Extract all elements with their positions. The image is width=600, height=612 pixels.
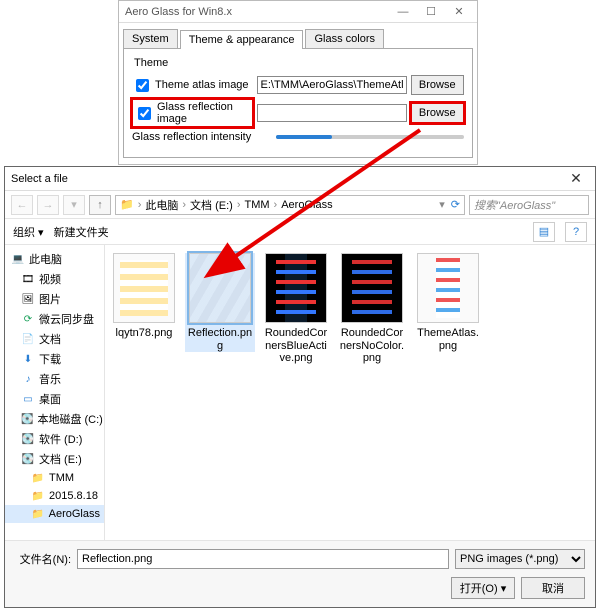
- tab-panel-theme: Theme Theme atlas image Browse Glass ref…: [123, 48, 473, 158]
- nav-up-button[interactable]: ↑: [89, 195, 111, 215]
- cancel-button[interactable]: 取消: [521, 577, 585, 599]
- file-thumb-icon: [113, 253, 175, 323]
- tree-pc[interactable]: 💻此电脑: [5, 249, 104, 269]
- close-button[interactable]: ✕: [445, 5, 473, 18]
- theme-atlas-browse-button[interactable]: Browse: [411, 75, 465, 95]
- file-list: lqytn78.png Reflection.png RoundedCorner…: [105, 245, 595, 540]
- intensity-label: Glass reflection intensity: [132, 131, 272, 143]
- filename-label: 文件名(N):: [15, 551, 71, 567]
- tree-downloads[interactable]: ⬇下载: [5, 349, 104, 369]
- file-thumb-icon: [341, 253, 403, 323]
- glass-reflection-browse-button[interactable]: Browse: [411, 103, 465, 123]
- maximize-button[interactable]: ☐: [417, 5, 445, 18]
- intensity-slider[interactable]: [276, 135, 464, 139]
- dialog-bottom: 文件名(N): PNG images (*.png) 打开(O) ▾ 取消: [5, 540, 595, 607]
- crumb-tmm[interactable]: TMM: [245, 199, 270, 211]
- file-caption: Reflection.png: [185, 327, 255, 352]
- theme-atlas-checkbox[interactable]: [136, 79, 149, 92]
- theme-atlas-label-text: Theme atlas image: [155, 79, 249, 91]
- file-thumb-icon: [417, 253, 479, 323]
- tree-cdisk[interactable]: 💽本地磁盘 (C:): [5, 409, 104, 429]
- nav-tree: 💻此电脑 🎞视频 🖼图片 ⟳微云同步盘 📄文档 ⬇下载 ♪音乐 ▭桌面 💽本地磁…: [5, 245, 105, 540]
- tab-system[interactable]: System: [123, 29, 178, 48]
- filename-input[interactable]: [77, 549, 449, 569]
- crumb-pc[interactable]: 此电脑: [145, 197, 178, 213]
- tree-docs[interactable]: 📄文档: [5, 329, 104, 349]
- file-thumb-icon: [189, 253, 251, 323]
- tree-music[interactable]: ♪音乐: [5, 369, 104, 389]
- window-title: Aero Glass for Win8.x: [123, 6, 389, 18]
- refresh-icon[interactable]: ⟳: [447, 198, 460, 211]
- tree-2015[interactable]: 📁2015.8.18: [5, 487, 104, 505]
- aero-glass-window: Aero Glass for Win8.x — ☐ ✕ System Theme…: [118, 0, 478, 165]
- search-placeholder: 搜索"AeroGlass": [474, 197, 555, 213]
- breadcrumb-dropdown-icon[interactable]: ▾: [439, 198, 445, 211]
- tree-aeroglass[interactable]: 📁AeroGlass: [5, 505, 104, 523]
- view-mode-button[interactable]: ▤: [533, 222, 555, 242]
- toolbar: 组织 ▾ 新建文件夹 ▤ ?: [5, 219, 595, 245]
- folder-icon: 📁: [120, 198, 134, 211]
- tab-glass-colors[interactable]: Glass colors: [305, 29, 384, 48]
- nav-forward-button[interactable]: →: [37, 195, 59, 215]
- nav-back-button[interactable]: ←: [11, 195, 33, 215]
- file-item-selected[interactable]: Reflection.png: [185, 253, 255, 352]
- tab-strip: System Theme & appearance Glass colors: [123, 29, 473, 48]
- theme-atlas-checkbox-label[interactable]: Theme atlas image: [132, 76, 253, 95]
- glass-reflection-checkbox-label[interactable]: Glass reflection image: [132, 99, 253, 127]
- tree-edisk[interactable]: 💽文档 (E:): [5, 449, 104, 469]
- crumb-aeroglass[interactable]: AeroGlass: [281, 199, 332, 211]
- dialog-close-button[interactable]: ✕: [563, 170, 589, 187]
- dialog-body: 💻此电脑 🎞视频 🖼图片 ⟳微云同步盘 📄文档 ⬇下载 ♪音乐 ▭桌面 💽本地磁…: [5, 245, 595, 540]
- breadcrumb[interactable]: 📁 › 此电脑› 文档 (E:)› TMM› AeroGlass ▾ ⟳: [115, 195, 465, 215]
- file-caption: RoundedCornersBlueActive.png: [261, 327, 331, 365]
- file-item[interactable]: lqytn78.png: [109, 253, 179, 340]
- filename-row: 文件名(N): PNG images (*.png): [15, 549, 585, 569]
- help-button[interactable]: ?: [565, 222, 587, 242]
- open-button[interactable]: 打开(O) ▾: [451, 577, 515, 599]
- crumb-edisk[interactable]: 文档 (E:): [190, 197, 233, 213]
- dialog-buttons: 打开(O) ▾ 取消: [15, 577, 585, 599]
- dialog-title: Select a file: [11, 173, 563, 185]
- glass-reflection-checkbox[interactable]: [138, 107, 151, 120]
- theme-group-label: Theme: [134, 57, 464, 69]
- new-folder-button[interactable]: 新建文件夹: [54, 224, 109, 240]
- search-input[interactable]: 搜索"AeroGlass": [469, 195, 589, 215]
- address-bar-row: ← → ▾ ↑ 📁 › 此电脑› 文档 (E:)› TMM› AeroGlass…: [5, 191, 595, 219]
- file-item[interactable]: ThemeAtlas.png: [413, 253, 483, 352]
- tree-video[interactable]: 🎞视频: [5, 269, 104, 289]
- glass-reflection-row: Glass reflection image Browse: [132, 99, 464, 127]
- tree-pictures[interactable]: 🖼图片: [5, 289, 104, 309]
- theme-atlas-row: Theme atlas image Browse: [132, 75, 464, 95]
- minimize-button[interactable]: —: [389, 6, 417, 18]
- file-caption: RoundedCornersNoColor.png: [337, 327, 407, 365]
- theme-atlas-path-input[interactable]: [257, 76, 407, 94]
- file-open-dialog: Select a file ✕ ← → ▾ ↑ 📁 › 此电脑› 文档 (E:)…: [4, 166, 596, 608]
- file-thumb-icon: [265, 253, 327, 323]
- window-titlebar: Aero Glass for Win8.x — ☐ ✕: [119, 1, 477, 23]
- dialog-titlebar: Select a file ✕: [5, 167, 595, 191]
- glass-reflection-label-text: Glass reflection image: [157, 101, 251, 125]
- tree-tmm[interactable]: 📁TMM: [5, 469, 104, 487]
- glass-reflection-path-input[interactable]: [257, 104, 407, 122]
- filetype-select[interactable]: PNG images (*.png): [455, 549, 585, 569]
- file-caption: lqytn78.png: [109, 327, 179, 340]
- file-item[interactable]: RoundedCornersNoColor.png: [337, 253, 407, 365]
- file-item[interactable]: RoundedCornersBlueActive.png: [261, 253, 331, 365]
- tree-desktop[interactable]: ▭桌面: [5, 389, 104, 409]
- tree-weiyun[interactable]: ⟳微云同步盘: [5, 309, 104, 329]
- tree-ddisk[interactable]: 💽软件 (D:): [5, 429, 104, 449]
- nav-history-button[interactable]: ▾: [63, 195, 85, 215]
- tab-theme[interactable]: Theme & appearance: [180, 30, 304, 49]
- organize-button[interactable]: 组织 ▾: [13, 224, 44, 240]
- file-caption: ThemeAtlas.png: [413, 327, 483, 352]
- intensity-row: Glass reflection intensity: [132, 131, 464, 143]
